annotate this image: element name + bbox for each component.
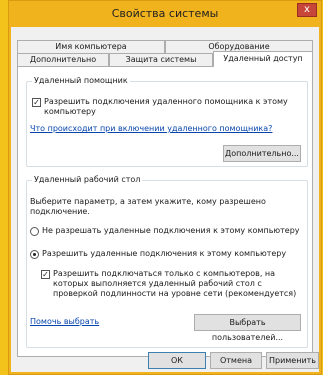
remote-assistance-help-link[interactable]: Что происходит при включении удаленного … bbox=[30, 124, 272, 133]
close-button[interactable]: x bbox=[297, 3, 317, 17]
apply-button[interactable]: Применить bbox=[266, 352, 319, 369]
advanced-button[interactable]: Дополнительно... bbox=[223, 145, 301, 162]
tab-remote[interactable]: Удаленный доступ bbox=[213, 51, 313, 67]
radio-allow-remote-label: Разрешить удаленные подключения к этому … bbox=[42, 249, 287, 258]
allow-remote-assistance-label: Разрешить подключения удаленного помощни… bbox=[44, 97, 288, 116]
dialog-client-area: Имя компьютера Оборудование Дополнительн… bbox=[11, 27, 319, 372]
radio-deny-remote-label: Не разрешать удаленные подключения к это… bbox=[42, 226, 300, 235]
tab-system-protection[interactable]: Защита системы bbox=[109, 53, 213, 66]
help-me-choose-link[interactable]: Помочь выбрать bbox=[30, 317, 99, 326]
select-users-button[interactable]: Выбрать пользователей... bbox=[194, 314, 301, 342]
radio-allow-remote[interactable] bbox=[30, 250, 39, 259]
system-properties-window: Свойства системы x Имя компьютера Оборуд… bbox=[8, 0, 322, 375]
radio-deny-remote[interactable] bbox=[30, 227, 39, 236]
window-title: Свойства системы bbox=[111, 7, 219, 20]
ok-button[interactable]: ОК bbox=[148, 352, 206, 369]
remote-desktop-intro: Выберите параметр, а затем укажите, кому… bbox=[30, 197, 266, 216]
nla-only-label: Разрешить подключаться только с компьюте… bbox=[53, 269, 297, 298]
cancel-button[interactable]: Отмена bbox=[210, 352, 262, 369]
remote-desktop-group-label: Удаленный рабочий стол bbox=[32, 175, 143, 184]
tab-computer-name[interactable]: Имя компьютера bbox=[17, 40, 165, 53]
allow-remote-assistance-checkbox[interactable]: ✓ bbox=[32, 98, 41, 107]
title-bar[interactable]: Свойства системы x bbox=[9, 1, 321, 27]
remote-tab-panel: Удаленный помощник ✓ Разрешить подключен… bbox=[17, 67, 313, 357]
remote-assistance-group-label: Удаленный помощник bbox=[32, 76, 130, 85]
nla-only-checkbox[interactable]: ✓ bbox=[41, 270, 50, 279]
tab-advanced[interactable]: Дополнительно bbox=[17, 53, 109, 66]
